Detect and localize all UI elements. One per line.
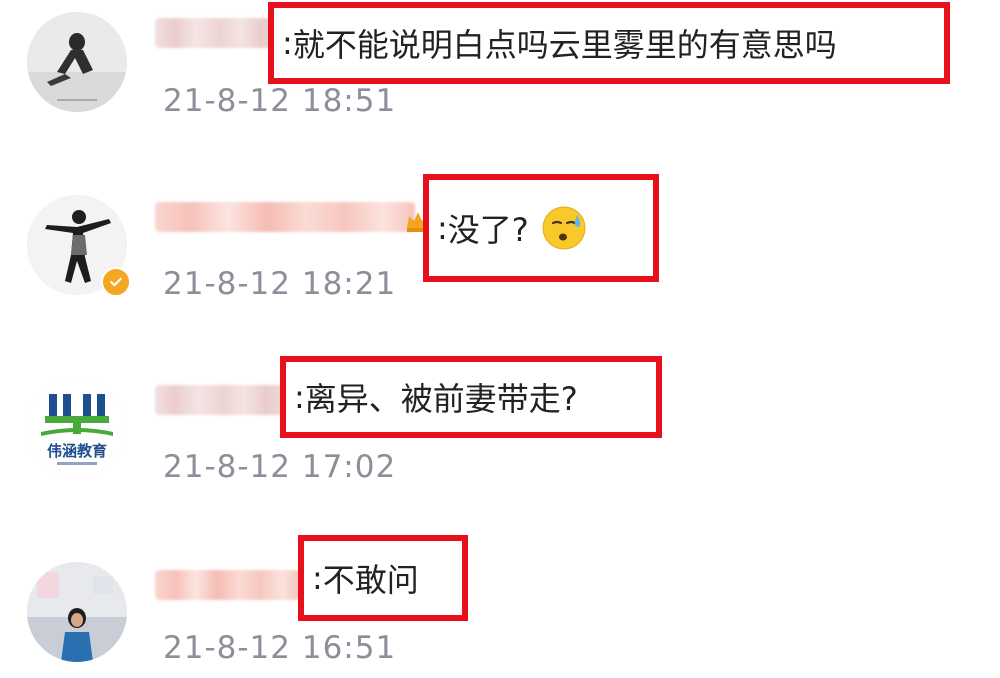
comment-item: : 不敢问 21-8-12 16:51 (0, 0, 1000, 678)
comment-highlight-box: : 不敢问 (298, 535, 468, 621)
comment-text: 不敢问 (322, 561, 419, 599)
colon-separator: : (312, 559, 323, 597)
timestamp: 21-8-12 16:51 (163, 630, 397, 666)
avatar[interactable] (27, 562, 127, 662)
girl-photo-avatar-icon (27, 562, 127, 662)
username-masked[interactable] (155, 570, 300, 600)
